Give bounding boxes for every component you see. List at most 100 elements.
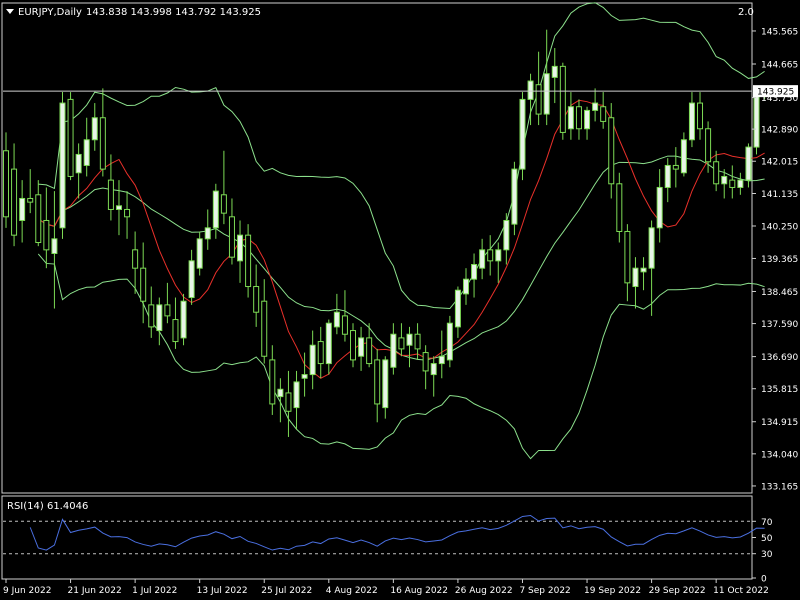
time-tick-label: 19 Sep 2022 xyxy=(584,586,641,596)
time-tick-label: 7 Sep 2022 xyxy=(519,586,570,596)
candle-body-bear xyxy=(228,216,235,258)
candle xyxy=(608,103,615,199)
candle-body-bear xyxy=(487,249,494,262)
time-tick-label: 13 Jul 2022 xyxy=(197,586,248,596)
rsi-label: RSI(14) 61.4046 xyxy=(7,501,88,512)
candle xyxy=(67,92,74,181)
candle-body-bull xyxy=(656,186,663,229)
candle-body-bear xyxy=(261,300,268,357)
candle-body-bear xyxy=(164,304,171,317)
candle-body-bear xyxy=(616,183,623,232)
candle-body-bull xyxy=(430,363,437,376)
price-tick-label: 136.690 xyxy=(761,353,798,363)
candle xyxy=(59,92,66,239)
price-tick-label: 134.040 xyxy=(761,450,798,460)
price-tick-label: 141.135 xyxy=(761,190,798,200)
candle-body-bear xyxy=(67,98,74,177)
price-tick-label: 134.915 xyxy=(761,418,798,428)
build-label: 2.0 xyxy=(738,7,754,18)
candle-body-bull xyxy=(204,227,211,240)
candle-body-bull xyxy=(333,311,340,328)
candle-body-bull xyxy=(640,267,647,273)
candle-body-bull xyxy=(325,322,332,365)
candle-body-bull xyxy=(737,179,744,188)
price-tick-label: 140.250 xyxy=(761,222,798,232)
candle-body-bull xyxy=(519,98,526,170)
candle-body-bear xyxy=(535,84,542,115)
rsi-tick-label: 50 xyxy=(761,534,773,544)
price-tick-label: 142.015 xyxy=(761,158,798,168)
candle-body-bull xyxy=(462,278,469,295)
candle-body-bull xyxy=(592,102,599,111)
candle-body-bear xyxy=(285,392,292,412)
candle-body-bear xyxy=(3,150,9,218)
candle-body-bear xyxy=(220,194,227,214)
candle-body-bear xyxy=(27,197,34,203)
time-tick-label: 16 Aug 2022 xyxy=(390,586,448,596)
candle-body-bull xyxy=(293,381,300,409)
candle-body-bull xyxy=(688,102,695,141)
candle-body-bear xyxy=(729,179,736,188)
candle-body-bull xyxy=(584,109,591,130)
candle-body-bull xyxy=(406,333,413,346)
candle-body-bull xyxy=(212,190,219,229)
time-tick-label: 1 Jul 2022 xyxy=(132,586,177,596)
candle xyxy=(753,88,760,155)
candle-body-bull xyxy=(91,117,98,141)
candle-body-bull xyxy=(721,175,728,185)
candle-body-bear xyxy=(35,194,42,243)
time-tick-label: 4 Aug 2022 xyxy=(326,586,378,596)
candle-body-bull xyxy=(83,139,90,166)
candle-body-bull xyxy=(664,164,671,188)
candle-body-bull xyxy=(196,238,203,269)
candle-body-bear xyxy=(140,267,147,302)
candle xyxy=(180,293,187,346)
candle-body-bear xyxy=(11,168,18,236)
candle-body-bear xyxy=(624,230,631,284)
rsi-tick-label: 70 xyxy=(761,518,773,528)
candle-body-bear xyxy=(245,234,252,288)
price-tick-label: 133.165 xyxy=(761,482,798,492)
candle-body-bull xyxy=(59,102,66,229)
time-tick-label: 29 Sep 2022 xyxy=(649,586,706,596)
candle xyxy=(559,62,566,140)
rsi-tick-label: 0 xyxy=(761,575,767,585)
candle-body-bull xyxy=(503,219,510,251)
candle-body-bull xyxy=(543,73,550,115)
candle-body-bull xyxy=(632,267,639,288)
candle-body-bull xyxy=(51,238,58,255)
candle-body-bull xyxy=(551,65,558,78)
chart-background xyxy=(0,0,800,600)
candle xyxy=(245,224,252,298)
candle-body-bull xyxy=(19,197,26,221)
candle-body-bull xyxy=(309,344,316,376)
candle-body-bull xyxy=(446,322,453,361)
candle-body-bull xyxy=(471,264,478,280)
candle xyxy=(519,92,526,181)
candle-body-bear xyxy=(269,359,276,405)
candle-body-bull xyxy=(75,153,82,174)
candle-body-bear xyxy=(132,249,139,269)
candle-body-bull xyxy=(277,388,284,398)
candle-body-bear xyxy=(99,117,106,170)
candle-body-bull xyxy=(567,106,574,130)
candle-body-bull xyxy=(745,146,752,181)
candle-body-bull xyxy=(511,168,518,225)
candle-body-bear xyxy=(575,106,582,130)
candle-body-bull xyxy=(753,95,760,148)
candle-body-bull xyxy=(301,374,308,379)
candle-body-bear xyxy=(398,337,405,350)
candle xyxy=(446,315,453,368)
price-tick-label: 138.465 xyxy=(761,288,798,298)
candle-body-bear xyxy=(317,341,324,365)
candle-body-bull xyxy=(454,289,461,328)
candle-body-bear xyxy=(608,117,615,185)
candle-body-bull xyxy=(438,355,445,365)
chart-window[interactable]: 145.565144.665143.750142.890142.015141.1… xyxy=(0,0,800,600)
candle-body-bear xyxy=(705,128,712,163)
symbol-label: EURJPY,Daily xyxy=(18,7,82,18)
candle-body-bull xyxy=(382,359,389,409)
candle-body-bull xyxy=(527,80,534,100)
candle-body-bull xyxy=(115,205,122,210)
candle-body-bear xyxy=(422,352,429,372)
